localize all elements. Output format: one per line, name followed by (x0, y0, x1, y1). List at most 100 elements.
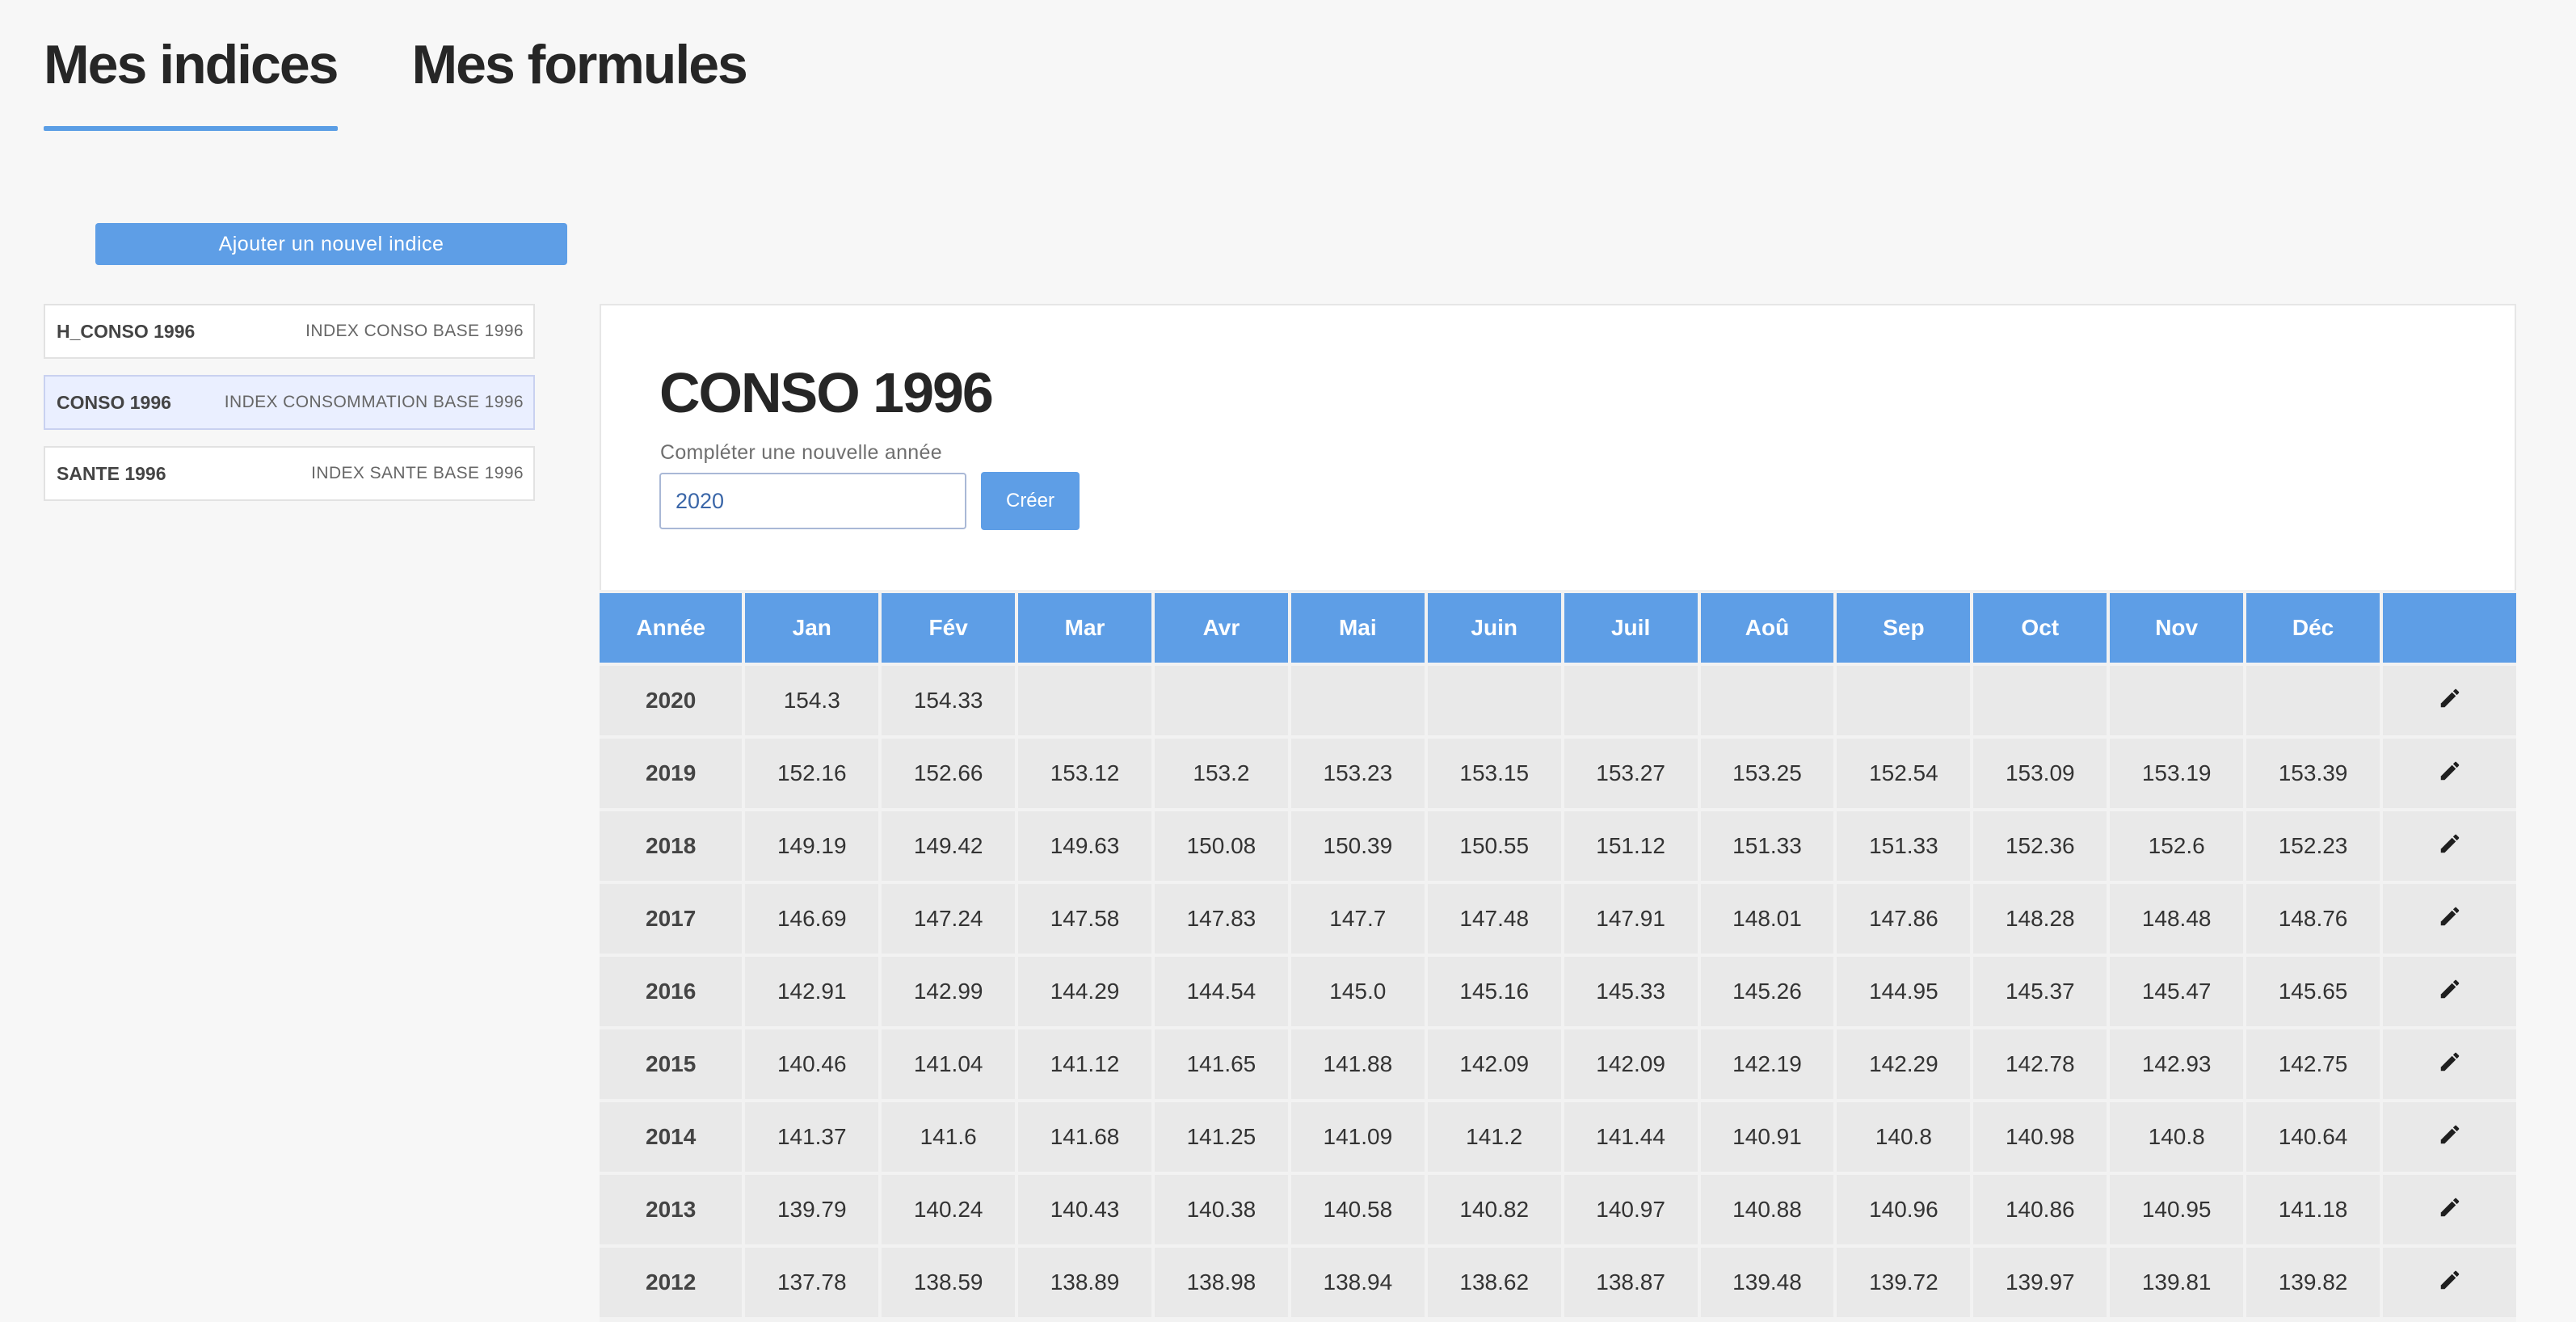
value-cell: 144.29 (1018, 957, 1151, 1026)
index-values-table-container: Année Jan Fév Mar Avr Mai Juin Juil Aoû Sep Oct Nov… (600, 590, 2516, 1322)
value-cell: 139.81 (2110, 1248, 2244, 1317)
pencil-icon[interactable] (2438, 904, 2462, 934)
row-actions-cell (2383, 957, 2516, 1026)
value-cell: 153.2 (1154, 739, 1288, 808)
value-cell: 141.65 (1154, 1029, 1288, 1099)
value-cell: 140.8 (2110, 1102, 2244, 1172)
tab-mes-indices[interactable]: Mes indices (44, 24, 339, 131)
value-cell: 145.65 (2246, 957, 2380, 1026)
value-cell (1290, 666, 1425, 735)
index-item-conso-1996[interactable]: CONSO 1996 INDEX CONSOMMATION BASE 1996 (44, 375, 535, 430)
table-row: 2018 149.19 149.42 149.63 150.08 150.39 150.55… (600, 811, 2516, 881)
column-header: Année (600, 593, 743, 663)
value-cell: 153.25 (1700, 739, 1834, 808)
value-cell (1837, 666, 1971, 735)
value-cell: 142.93 (2110, 1029, 2244, 1099)
value-cell: 153.15 (1427, 739, 1561, 808)
pencil-icon[interactable] (2438, 759, 2462, 789)
value-cell: 152.16 (745, 739, 879, 808)
table-row: 2020 154.3 154.33 (600, 666, 2516, 735)
table-row: 2012 137.78 138.59 138.89 138.98 138.94 138.62… (600, 1248, 2516, 1317)
column-header: Juin (1427, 593, 1561, 663)
value-cell: 139.82 (2246, 1248, 2380, 1317)
row-actions-cell (2383, 884, 2516, 954)
value-cell: 145.26 (1700, 957, 1834, 1026)
value-cell: 153.19 (2110, 739, 2244, 808)
value-cell: 151.12 (1564, 811, 1698, 881)
value-cell: 152.6 (2110, 811, 2244, 881)
pencil-icon[interactable] (2438, 832, 2462, 861)
value-cell: 145.47 (2110, 957, 2244, 1026)
row-actions-cell (2383, 1102, 2516, 1172)
pencil-icon[interactable] (2438, 1050, 2462, 1080)
column-header: Fév (882, 593, 1016, 663)
new-year-input[interactable] (659, 473, 966, 529)
row-actions-cell (2383, 739, 2516, 808)
value-cell: 148.01 (1700, 884, 1834, 954)
value-cell: 140.64 (2246, 1102, 2380, 1172)
pencil-icon[interactable] (2438, 1268, 2462, 1298)
row-actions-cell (2383, 666, 2516, 735)
value-cell: 142.75 (2246, 1029, 2380, 1099)
column-header: Juil (1564, 593, 1698, 663)
value-cell: 151.33 (1700, 811, 1834, 881)
column-header: Sep (1837, 593, 1971, 663)
value-cell: 149.42 (882, 811, 1016, 881)
row-actions-cell (2383, 1175, 2516, 1244)
column-header: Avr (1154, 593, 1288, 663)
value-cell: 138.94 (1290, 1248, 1425, 1317)
table-row: 2017 146.69 147.24 147.58 147.83 147.7 147.48 1… (600, 884, 2516, 954)
value-cell: 142.09 (1564, 1029, 1698, 1099)
value-cell: 141.12 (1018, 1029, 1151, 1099)
index-item-sante-1996[interactable]: SANTE 1996 INDEX SANTE BASE 1996 (44, 446, 535, 501)
value-cell: 139.48 (1700, 1248, 1834, 1317)
value-cell: 154.3 (745, 666, 879, 735)
value-cell: 141.68 (1018, 1102, 1151, 1172)
value-cell: 154.33 (882, 666, 1016, 735)
index-values-table: Année Jan Fév Mar Avr Mai Juin Juil Aoû Sep Oct Nov… (600, 590, 2516, 1320)
year-cell: 2018 (600, 811, 743, 881)
value-cell: 153.27 (1564, 739, 1698, 808)
tab-mes-formules[interactable]: Mes formules (412, 24, 748, 131)
value-cell: 153.39 (2246, 739, 2380, 808)
pencil-icon[interactable] (2438, 1195, 2462, 1225)
value-cell: 140.38 (1154, 1175, 1288, 1244)
value-cell: 150.55 (1427, 811, 1561, 881)
value-cell: 147.91 (1564, 884, 1698, 954)
value-cell: 141.04 (882, 1029, 1016, 1099)
value-cell: 138.87 (1564, 1248, 1698, 1317)
value-cell (1700, 666, 1834, 735)
value-cell: 141.09 (1290, 1102, 1425, 1172)
value-cell: 152.36 (1973, 811, 2107, 881)
year-cell: 2015 (600, 1029, 743, 1099)
value-cell: 140.88 (1700, 1175, 1834, 1244)
value-cell: 141.18 (2246, 1175, 2380, 1244)
value-cell: 150.39 (1290, 811, 1425, 881)
pencil-icon[interactable] (2438, 686, 2462, 716)
pencil-icon[interactable] (2438, 977, 2462, 1007)
value-cell: 140.95 (2110, 1175, 2244, 1244)
index-code: CONSO 1996 (57, 391, 171, 413)
value-cell: 138.89 (1018, 1248, 1151, 1317)
table-row: 2013 139.79 140.24 140.43 140.38 140.58 140.82… (600, 1175, 2516, 1244)
value-cell: 139.79 (745, 1175, 879, 1244)
add-index-button[interactable]: Ajouter un nouvel indice (95, 223, 567, 265)
value-cell (1427, 666, 1561, 735)
value-cell: 149.63 (1018, 811, 1151, 881)
value-cell: 142.09 (1427, 1029, 1561, 1099)
value-cell: 146.69 (745, 884, 879, 954)
value-cell: 140.43 (1018, 1175, 1151, 1244)
value-cell: 153.12 (1018, 739, 1151, 808)
value-cell: 141.6 (882, 1102, 1016, 1172)
year-cell: 2016 (600, 957, 743, 1026)
index-item-h-conso-1996[interactable]: H_CONSO 1996 INDEX CONSO BASE 1996 (44, 304, 535, 359)
pencil-icon[interactable] (2438, 1122, 2462, 1152)
create-button[interactable]: Créer (981, 472, 1080, 530)
value-cell: 141.25 (1154, 1102, 1288, 1172)
value-cell (2246, 666, 2380, 735)
new-year-label: Compléter une nouvelle année (660, 441, 942, 464)
year-cell: 2017 (600, 884, 743, 954)
value-cell: 148.76 (2246, 884, 2380, 954)
index-code: H_CONSO 1996 (57, 320, 196, 342)
value-cell: 148.28 (1973, 884, 2107, 954)
